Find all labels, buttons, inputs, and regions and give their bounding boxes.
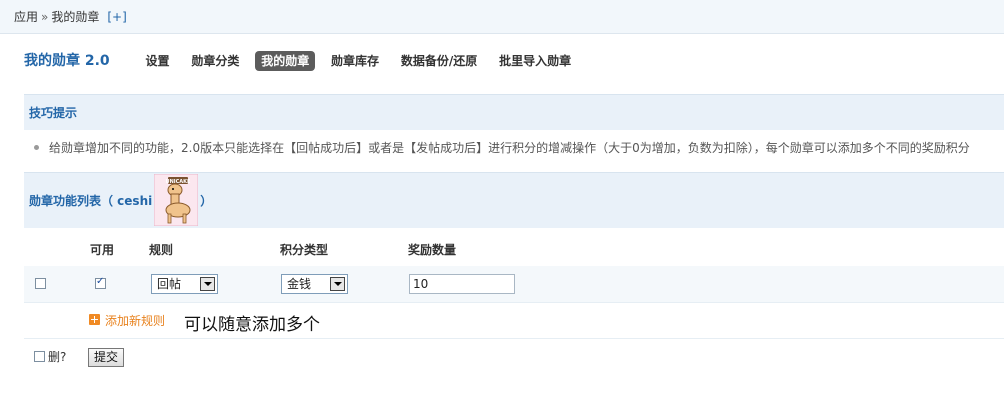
tip-item: 给勋章增加不同的功能，2.0版本只能选择在【回帖成功后】或者是【发帖成功后】进行… <box>24 136 1004 160</box>
table-header: 可用 规则 积分类型 奖励数量 <box>24 232 1004 267</box>
rule-select[interactable]: 回帖 <box>151 274 218 294</box>
delete-label: 删? <box>48 350 67 364</box>
page-title: 我的勋章 2.0 <box>24 53 110 69</box>
breadcrumb-current: 我的勋章 <box>51 10 100 24</box>
tips-heading: 技巧提示 <box>24 94 1004 130</box>
breadcrumb-root[interactable]: 应用 <box>14 10 38 24</box>
tab-my-medals[interactable]: 我的勋章 <box>255 51 316 71</box>
medal-list-heading-suffix: ） <box>200 194 213 208</box>
delete-checkbox[interactable] <box>34 351 45 362</box>
medal-list-heading: 勋章功能列表（ ceshi UNICAKE ） <box>24 172 1004 228</box>
tab-backup-restore[interactable]: 数据备份/还原 <box>395 51 483 71</box>
add-rule-row: 添加新规则 可以随意添加多个 <box>24 302 1004 339</box>
add-rule-link[interactable]: 添加新规则 <box>105 312 165 329</box>
medal-list-heading-prefix: 勋章功能列表（ ceshi <box>29 194 153 208</box>
medal-image: UNICAKE <box>153 173 199 226</box>
chevron-down-icon[interactable] <box>200 277 215 291</box>
breadcrumb-add-link[interactable]: [+] <box>107 10 126 24</box>
tab-batch-import[interactable]: 批里导入勋章 <box>493 51 577 71</box>
tip-text: 给勋章增加不同的功能，2.0版本只能选择在【回帖成功后】或者是【发帖成功后】进行… <box>49 141 970 155</box>
column-rule: 规则 <box>149 243 174 257</box>
breadcrumb-separator: » <box>41 10 49 24</box>
row-enabled-checkbox[interactable] <box>95 276 106 289</box>
table-row: 回帖 金钱 10 <box>24 266 1004 303</box>
nav-tabs: 设置 勋章分类 我的勋章 勋章库存 数据备份/还原 批里导入勋章 <box>140 50 584 72</box>
annotation-text: 可以随意添加多个 <box>184 315 320 335</box>
credit-type-select[interactable]: 金钱 <box>281 274 348 294</box>
tab-settings[interactable]: 设置 <box>140 51 176 71</box>
row-select-checkbox[interactable] <box>35 278 46 289</box>
column-enabled: 可用 <box>90 243 115 257</box>
app-header: 我的勋章 2.0 设置 勋章分类 我的勋章 勋章库存 数据备份/还原 批里导入勋… <box>24 50 583 72</box>
column-credit-type: 积分类型 <box>280 243 329 257</box>
tab-medal-categories[interactable]: 勋章分类 <box>185 51 245 71</box>
breadcrumb: 应用» 我的勋章 [+] <box>0 0 1004 34</box>
medal-image-text: UNICAKE <box>166 179 192 185</box>
column-reward: 奖励数量 <box>408 243 457 257</box>
tab-medal-inventory[interactable]: 勋章库存 <box>325 51 385 71</box>
submit-button[interactable]: 提交 <box>88 348 125 367</box>
bullet-icon <box>34 145 39 150</box>
credit-type-select-value: 金钱 <box>287 277 312 291</box>
add-icon[interactable] <box>89 314 100 325</box>
rule-select-value: 回帖 <box>157 277 182 291</box>
chevron-down-icon[interactable] <box>330 277 345 291</box>
reward-amount-input[interactable]: 10 <box>409 274 515 294</box>
